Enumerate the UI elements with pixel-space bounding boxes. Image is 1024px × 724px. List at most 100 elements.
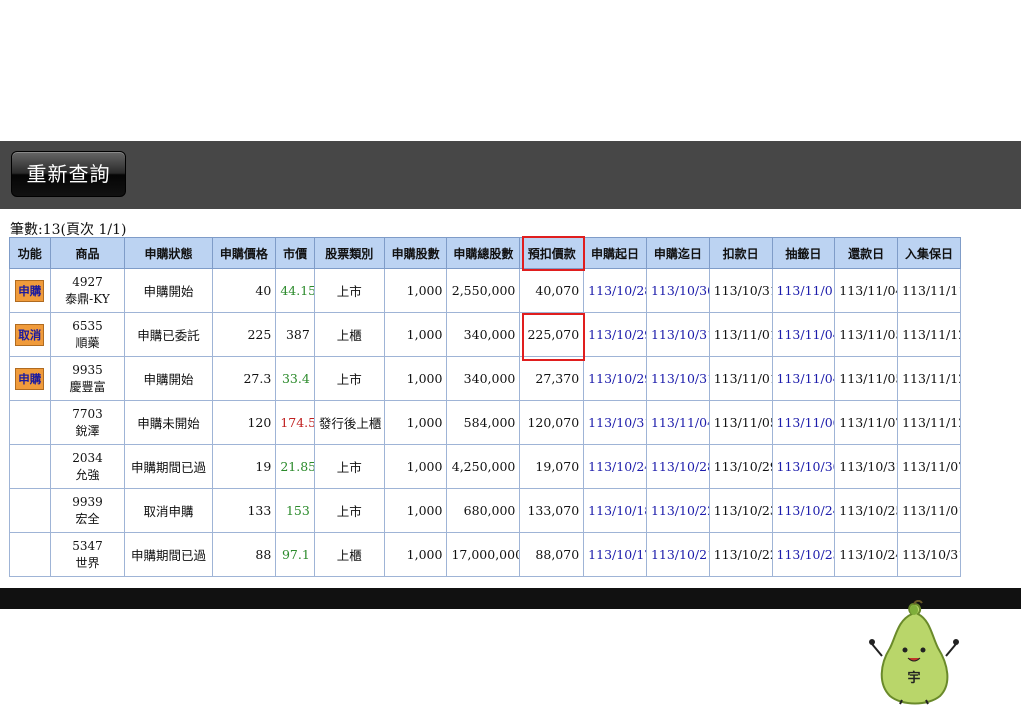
draw-date-link[interactable]: 113/11/04 [777, 327, 834, 342]
draw-date-link[interactable]: 113/11/06 [777, 415, 834, 430]
start-date-link[interactable]: 113/10/29 [588, 371, 645, 386]
market-price: 153 [285, 503, 310, 518]
total-shares: 340,000 [463, 327, 516, 342]
end-date-cell[interactable]: 113/10/30 [645, 268, 710, 313]
total-shares-cell: 17,000,000 [446, 532, 521, 577]
start-date-cell[interactable]: 113/10/18 [583, 488, 647, 533]
end-date-link[interactable]: 113/10/31 [651, 371, 708, 386]
stock-type-cell: 上櫃 [313, 312, 385, 357]
subscribe-button[interactable]: 申購 [15, 279, 45, 302]
stock-type: 發行後上櫃 [318, 416, 382, 431]
draw-date-link[interactable]: 113/10/23 [777, 547, 834, 562]
start-date-cell[interactable]: 113/10/24 [583, 444, 647, 489]
market-price: 44.15 [280, 283, 315, 298]
action-cell: 取消 [9, 312, 51, 357]
total-shares-cell: 340,000 [446, 312, 521, 357]
start-date-link[interactable]: 113/10/28 [588, 283, 645, 298]
market-price-cell: 387 [275, 312, 315, 357]
withhold-amount: 133,070 [527, 503, 580, 518]
withhold-cell: 120,070 [519, 400, 585, 445]
end-date-link[interactable]: 113/10/21 [651, 547, 708, 562]
action-cell [9, 444, 51, 489]
action-cell [9, 400, 51, 445]
start-date-cell[interactable]: 113/10/29 [583, 312, 647, 357]
top-toolbar: 重新查詢 [0, 141, 1021, 209]
draw-date-link[interactable]: 113/11/01 [777, 283, 834, 298]
status-cell: 申購期間已過 [124, 532, 213, 577]
end-date-link[interactable]: 113/10/31 [651, 327, 708, 342]
price-cell: 120 [211, 400, 277, 445]
debit-date-cell: 113/11/01 [708, 312, 773, 357]
draw-date-link[interactable]: 113/10/24 [777, 503, 834, 518]
start-date-cell[interactable]: 113/10/17 [583, 532, 647, 577]
cancel-button[interactable]: 取消 [15, 323, 45, 346]
start-date-link[interactable]: 113/10/18 [588, 503, 645, 518]
refund-date-cell: 113/10/24 [834, 532, 899, 577]
debit-date: 113/11/01 [713, 371, 773, 386]
start-date-cell[interactable]: 113/10/28 [583, 268, 647, 313]
draw-date-cell[interactable]: 113/10/30 [771, 444, 836, 489]
product-code: 6535 [72, 318, 103, 333]
subscribe-button[interactable]: 申購 [15, 367, 45, 390]
subscription-price: 225 [247, 327, 272, 342]
start-date-link[interactable]: 113/10/29 [588, 327, 645, 342]
start-date-link[interactable]: 113/10/17 [588, 547, 645, 562]
requery-button[interactable]: 重新查詢 [11, 151, 126, 197]
subscription-status: 申購未開始 [137, 416, 200, 431]
product-cell: 7703 銳澤 [49, 400, 126, 445]
end-date-link[interactable]: 113/10/28 [651, 459, 708, 474]
end-date-cell[interactable]: 113/11/04 [645, 400, 710, 445]
pear-mascot-icon: 宇 [869, 600, 959, 705]
table-row: 7703 銳澤 申購未開始 120 174.5 發行後上櫃 1,000 584,000 120,… [9, 400, 961, 445]
status-cell: 取消申購 [124, 488, 213, 533]
stock-type-cell: 發行後上櫃 [313, 400, 385, 445]
end-date-cell[interactable]: 113/10/22 [645, 488, 710, 533]
market-price: 33.4 [281, 371, 310, 386]
start-date-link[interactable]: 113/10/31 [588, 415, 645, 430]
price-cell: 88 [211, 532, 277, 577]
draw-date-cell[interactable]: 113/11/06 [771, 400, 836, 445]
deposit-date: 113/11/01 [902, 503, 961, 518]
start-date-cell[interactable]: 113/10/29 [583, 356, 647, 401]
debit-date: 113/10/22 [713, 547, 773, 562]
draw-date-cell[interactable]: 113/11/04 [771, 356, 836, 401]
action-cell [9, 488, 51, 533]
draw-date-cell[interactable]: 113/10/23 [771, 532, 836, 577]
deposit-date-cell: 113/11/12 [897, 312, 961, 357]
total-shares-cell: 4,250,000 [446, 444, 521, 489]
shares-cell: 1,000 [383, 312, 448, 357]
product-name: 允強 [75, 467, 100, 482]
column-header: 申購狀態 [124, 237, 213, 269]
draw-date-link[interactable]: 113/11/04 [777, 371, 834, 386]
subscription-price: 133 [247, 503, 272, 518]
market-price-cell: 44.15 [275, 268, 315, 313]
column-header: 入集保日 [897, 237, 961, 269]
refund-date: 113/10/25 [839, 503, 898, 518]
column-header: 申購股數 [383, 237, 448, 269]
table-body: 申購 4927 泰鼎-KY 申購開始 40 44.15 上市 1,000 2,550,000 40… [9, 268, 961, 577]
end-date-cell[interactable]: 113/10/21 [645, 532, 710, 577]
subscription-status: 申購期間已過 [130, 460, 206, 475]
debit-date: 113/11/05 [713, 415, 773, 430]
product-name: 慶豐富 [69, 379, 106, 394]
status-cell: 申購未開始 [124, 400, 213, 445]
end-date-cell[interactable]: 113/10/31 [645, 356, 710, 401]
end-date-link[interactable]: 113/10/30 [651, 283, 708, 298]
end-date-link[interactable]: 113/11/04 [651, 415, 708, 430]
column-header: 股票類別 [313, 237, 385, 269]
end-date-cell[interactable]: 113/10/28 [645, 444, 710, 489]
product-name: 銳澤 [75, 423, 100, 438]
start-date-link[interactable]: 113/10/24 [588, 459, 645, 474]
draw-date-link[interactable]: 113/10/30 [777, 459, 834, 474]
stock-type-cell: 上市 [313, 356, 385, 401]
draw-date-cell[interactable]: 113/11/04 [771, 312, 836, 357]
end-date-link[interactable]: 113/10/22 [651, 503, 708, 518]
price-cell: 40 [211, 268, 277, 313]
draw-date-cell[interactable]: 113/10/24 [771, 488, 836, 533]
start-date-cell[interactable]: 113/10/31 [583, 400, 647, 445]
product-code: 4927 [72, 274, 103, 289]
total-shares: 4,250,000 [451, 459, 516, 474]
end-date-cell[interactable]: 113/10/31 [645, 312, 710, 357]
debit-date-cell: 113/11/01 [708, 356, 773, 401]
draw-date-cell[interactable]: 113/11/01 [771, 268, 836, 313]
